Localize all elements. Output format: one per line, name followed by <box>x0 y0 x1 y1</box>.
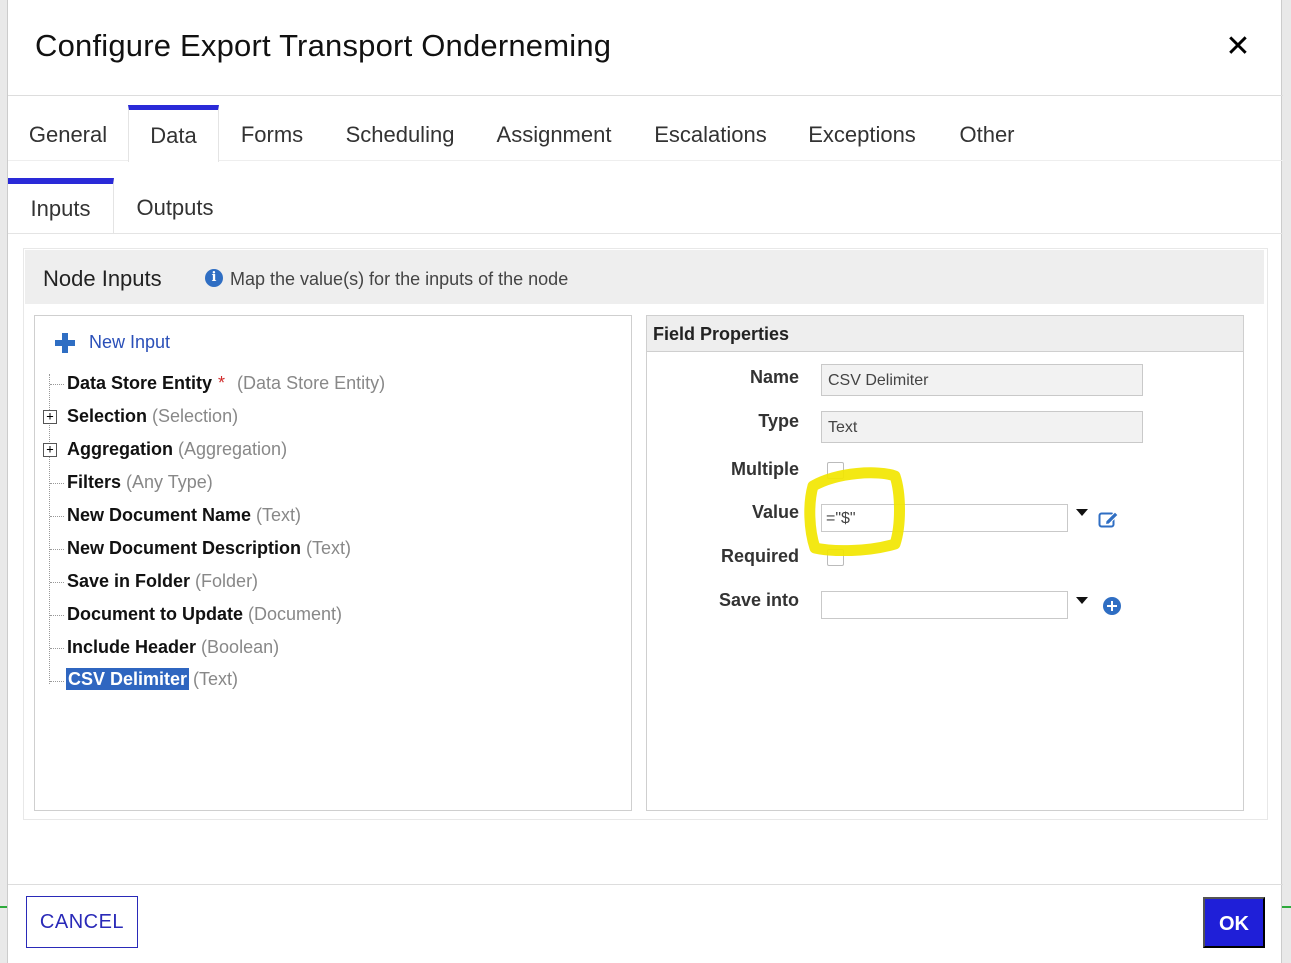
expand-icon[interactable]: + <box>43 443 57 457</box>
subtab-outputs[interactable]: Outputs <box>118 178 232 234</box>
background-green-line-right <box>1282 906 1291 908</box>
ok-button[interactable]: OK <box>1203 897 1265 948</box>
value-field[interactable]: ="$" <box>821 504 1068 532</box>
required-label: Required <box>720 546 799 566</box>
save-into-field[interactable] <box>821 591 1068 619</box>
required-checkbox[interactable] <box>827 549 844 566</box>
tree-item-label: Aggregation (Aggregation) <box>67 439 288 459</box>
edit-icon[interactable] <box>1098 509 1120 529</box>
close-icon[interactable]: ✕ <box>1224 31 1252 63</box>
tree-item-label: Save in Folder (Folder) <box>67 571 259 591</box>
name-field[interactable]: CSV Delimiter <box>821 364 1143 396</box>
tree-item-type: (Data Store Entity) <box>237 373 386 393</box>
tree-item-label: Include Header (Boolean) <box>67 637 280 657</box>
footer-divider <box>8 884 1283 885</box>
new-input-label: New Input <box>89 332 171 352</box>
expand-icon[interactable]: + <box>43 410 57 424</box>
tab-exceptions[interactable]: Exceptions <box>790 105 934 161</box>
tree-item-label: New Document Name (Text) <box>67 505 302 525</box>
subtab-inputs[interactable]: Inputs <box>8 178 114 234</box>
tree-item-type: (Selection) <box>152 406 239 426</box>
tree-item-type: (Text) <box>256 505 302 525</box>
save-into-label: Save into <box>718 590 799 610</box>
tree-item-label: Data Store Entity * (Data Store Entity) <box>67 373 386 393</box>
tab-assignment[interactable]: Assignment <box>480 105 628 161</box>
value-label: Value <box>751 502 799 522</box>
tree-item-type: (Document) <box>248 604 343 624</box>
tree-item-label: Document to Update (Document) <box>67 604 343 624</box>
field-properties-title: Field Properties <box>653 324 790 344</box>
node-inputs-panel: Node Inputs i Map the value(s) for the i… <box>23 248 1268 820</box>
save-into-dropdown-icon[interactable] <box>1076 597 1088 604</box>
tree-item-type: (Text) <box>193 669 239 689</box>
inputs-tree: New Input Data Store Entity * (Data Store … <box>34 315 632 811</box>
info-icon: i <box>205 269 223 287</box>
tree-item-label: CSV Delimiter (Text) <box>66 668 239 690</box>
dialog-title: Configure Export Transport Onderneming <box>35 28 612 63</box>
multiple-label: Multiple <box>731 459 799 479</box>
main-tabs: General Data Forms Scheduling Assignment… <box>8 105 1283 162</box>
cancel-button[interactable]: CANCEL <box>26 896 138 948</box>
field-properties-panel: Field Properties Name CSV Delimiter Type… <box>646 315 1244 811</box>
node-inputs-title: Node Inputs <box>43 266 162 291</box>
tree-item-type: (Boolean) <box>201 637 280 657</box>
add-circle-icon[interactable] <box>1103 597 1121 615</box>
configure-dialog: Configure Export Transport Onderneming ✕… <box>7 0 1283 963</box>
node-inputs-header: Node Inputs i Map the value(s) for the i… <box>25 250 1264 304</box>
background-green-line-left <box>0 906 7 908</box>
tree-item-type: (Folder) <box>195 571 259 591</box>
tree-item-type: (Text) <box>306 538 352 558</box>
type-field[interactable]: Text <box>821 411 1143 443</box>
tab-escalations[interactable]: Escalations <box>638 105 783 161</box>
value-dropdown-icon[interactable] <box>1076 509 1088 516</box>
multiple-checkbox[interactable] <box>827 462 844 479</box>
tree-item-type: (Any Type) <box>126 472 213 492</box>
tab-scheduling[interactable]: Scheduling <box>328 105 472 161</box>
tree-item-label: Filters (Any Type) <box>67 472 213 492</box>
tab-data[interactable]: Data <box>128 105 219 162</box>
name-label: Name <box>749 367 799 387</box>
required-asterisk: * <box>218 373 226 393</box>
node-inputs-info: Map the value(s) for the inputs of the n… <box>230 269 569 289</box>
tab-forms[interactable]: Forms <box>222 105 322 161</box>
tree-item-label: New Document Description (Text) <box>67 538 352 558</box>
tree-item-type: (Aggregation) <box>178 439 288 459</box>
tab-general[interactable]: General <box>8 105 128 161</box>
tree-item-label: Selection (Selection) <box>67 406 239 426</box>
data-subtabs: Inputs Outputs <box>8 178 1283 234</box>
tab-other[interactable]: Other <box>942 105 1032 161</box>
header-divider <box>8 95 1283 96</box>
selected-item-label: CSV Delimiter <box>66 668 190 690</box>
field-properties-header: Field Properties <box>647 316 1243 352</box>
plus-icon <box>55 333 75 353</box>
type-label: Type <box>758 411 799 431</box>
